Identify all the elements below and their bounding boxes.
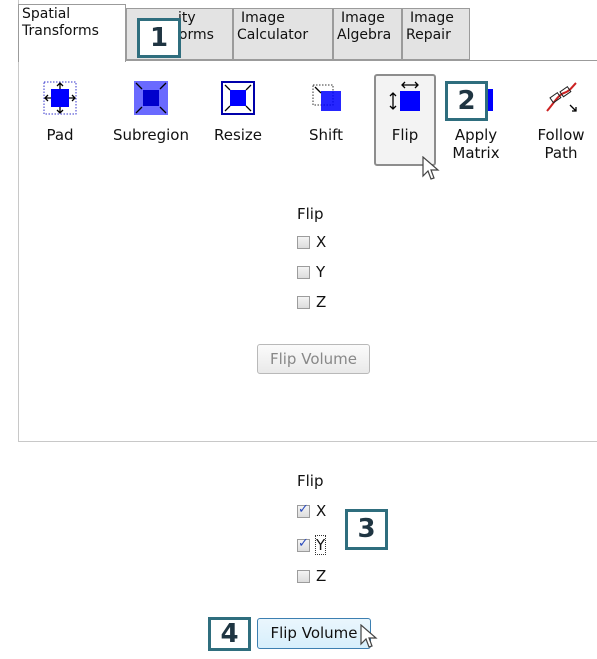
- callout-3: 3: [345, 509, 388, 550]
- subregion-tool-button[interactable]: Subregion: [110, 74, 192, 144]
- subregion-icon: [134, 81, 168, 115]
- tab-spatial-transforms[interactable]: Spatial Transforms: [18, 4, 126, 62]
- flip-y-checkbox[interactable]: [297, 266, 310, 279]
- follow-path-tool-button[interactable]: Follow Path: [526, 74, 596, 162]
- resize-tool-button[interactable]: Resize: [200, 74, 276, 144]
- flip-x-label: X: [316, 233, 327, 251]
- apply-matrix-label-2: Matrix: [452, 144, 500, 162]
- flip-title-bottom: Flip: [297, 472, 324, 490]
- flip-icon: [388, 81, 422, 115]
- follow-path-label-2: Path: [544, 144, 578, 162]
- flip-z-checkbox[interactable]: [297, 296, 310, 309]
- flip-z-label: Z: [316, 293, 327, 311]
- mouse-cursor-icon: [422, 156, 440, 180]
- flip-z-label: Z: [316, 567, 327, 585]
- callout-2: 2: [445, 81, 488, 121]
- flip-x-label: X: [316, 502, 327, 520]
- mouse-cursor-icon: [360, 624, 378, 648]
- flip-tool-button[interactable]: Flip: [374, 74, 436, 166]
- flip-x-row-top[interactable]: X: [297, 233, 326, 251]
- follow-path-label-1: Follow: [537, 126, 585, 144]
- tab-label-line2: Transforms: [22, 23, 99, 39]
- tab-label-line2: Repair: [406, 27, 451, 43]
- flip-x-checkbox[interactable]: [297, 236, 310, 249]
- flip-z-row-top[interactable]: Z: [297, 293, 326, 311]
- tab-label-line1: Image: [341, 10, 385, 26]
- follow-path-icon: [544, 81, 578, 115]
- tab-image-repair[interactable]: Image Repair: [402, 8, 470, 60]
- tab-label-line2: Algebra: [337, 27, 392, 43]
- pad-icon: [43, 81, 77, 115]
- flip-y-row-top[interactable]: Y: [297, 263, 325, 281]
- tab-label-line1: Image: [241, 10, 285, 26]
- shift-icon: [309, 81, 343, 115]
- tab-image-algebra[interactable]: Image Algebra: [333, 8, 402, 60]
- flip-y-label: Y: [314, 535, 327, 555]
- flip-volume-button[interactable]: Flip Volume: [257, 618, 371, 649]
- flip-z-row-bottom[interactable]: Z: [297, 567, 326, 585]
- tab-label-line2: Calculator: [237, 27, 309, 43]
- flip-label: Flip: [391, 126, 419, 144]
- tab-label-line1: Spatial: [22, 6, 71, 22]
- shift-tool-button[interactable]: Shift: [288, 74, 364, 144]
- tab-image-calculator[interactable]: Image Calculator: [233, 8, 333, 60]
- resize-label: Resize: [213, 126, 263, 144]
- callout-1: 1: [137, 18, 181, 58]
- tab-label-line1: Image: [410, 10, 454, 26]
- pad-label: Pad: [46, 126, 74, 144]
- pad-tool-button[interactable]: Pad: [22, 74, 98, 144]
- shift-label: Shift: [308, 126, 344, 144]
- flip-x-row-bottom[interactable]: X: [297, 502, 326, 520]
- flip-y-label: Y: [316, 263, 326, 281]
- flip-volume-button-disabled[interactable]: Flip Volume: [257, 344, 370, 374]
- subregion-label: Subregion: [113, 126, 189, 144]
- flip-title-top: Flip: [297, 205, 324, 223]
- flip-x-checkbox-checked[interactable]: [297, 502, 310, 518]
- apply-matrix-label-1: Apply: [454, 126, 498, 144]
- flip-z-checkbox[interactable]: [297, 570, 310, 583]
- flip-y-row-bottom[interactable]: Y: [297, 535, 327, 555]
- callout-4: 4: [208, 617, 251, 651]
- resize-icon: [221, 81, 255, 115]
- flip-y-checkbox-checked[interactable]: [297, 536, 310, 552]
